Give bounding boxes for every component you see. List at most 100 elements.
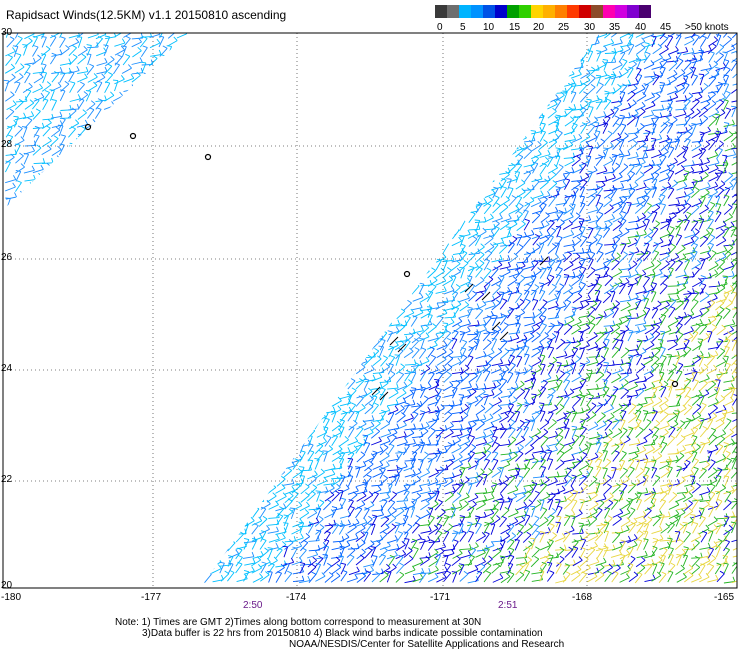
wind-barb bbox=[378, 33, 390, 39]
wind-barb bbox=[283, 206, 293, 215]
wind-barb bbox=[211, 107, 217, 118]
wind-barb-flag bbox=[573, 41, 576, 47]
wind-barb-flag bbox=[228, 48, 231, 54]
wind-barb bbox=[475, 36, 481, 47]
wind-barb-flag bbox=[231, 35, 237, 39]
wind-barb-flag bbox=[641, 84, 646, 89]
wind-barb-flag bbox=[456, 194, 462, 199]
wind-barb bbox=[275, 131, 287, 136]
wind-barb-flag bbox=[378, 173, 382, 179]
wind-barb-flag bbox=[274, 138, 280, 140]
wind-barb-flag bbox=[200, 194, 204, 198]
wind-barb bbox=[78, 144, 85, 155]
wind-barb-flag bbox=[445, 90, 451, 94]
wind-barb bbox=[260, 247, 271, 254]
wind-barb bbox=[411, 199, 422, 206]
wind-barb-flag bbox=[343, 250, 349, 255]
wind-barb-flag bbox=[710, 138, 716, 142]
wind-barb-flag bbox=[81, 53, 87, 58]
wind-barb-flag bbox=[654, 171, 660, 175]
wind-barb bbox=[95, 161, 107, 164]
wind-barb bbox=[300, 93, 308, 103]
wind-barb bbox=[212, 224, 223, 232]
wind-barb bbox=[659, 188, 668, 198]
wind-barb bbox=[268, 165, 280, 168]
wind-barb-flag bbox=[79, 152, 85, 156]
wind-barb bbox=[340, 266, 352, 271]
wind-barb-flag bbox=[562, 254, 567, 259]
wind-barb bbox=[340, 77, 349, 87]
wind-barb bbox=[299, 235, 306, 246]
wind-barb-flag bbox=[321, 219, 327, 224]
wind-barb bbox=[650, 138, 662, 142]
wind-barb-flag bbox=[268, 223, 272, 229]
wind-barb-flag bbox=[637, 159, 641, 165]
wind-barb bbox=[148, 147, 158, 156]
wind-barb-flag bbox=[218, 123, 223, 128]
wind-barb bbox=[186, 121, 188, 128]
wind-barb bbox=[14, 38, 23, 48]
wind-barb bbox=[299, 134, 308, 143]
wind-barb-flag bbox=[292, 26, 297, 27]
wind-barb-flag bbox=[621, 211, 627, 214]
wind-barb bbox=[378, 196, 385, 208]
wind-barb bbox=[476, 123, 488, 127]
wind-barb-flag bbox=[473, 84, 478, 89]
wind-barb-flag bbox=[562, 36, 566, 42]
wind-barb bbox=[522, 76, 530, 87]
wind-barb bbox=[372, 235, 384, 239]
wind-barb-flag bbox=[103, 202, 107, 208]
wind-barb-flag bbox=[321, 117, 326, 123]
wind-barb-flag bbox=[499, 213, 503, 219]
wind-barb-flag bbox=[333, 131, 339, 135]
wind-barb-flag bbox=[614, 115, 620, 119]
wind-barb-flag bbox=[350, 64, 353, 70]
wind-barb-flag bbox=[373, 184, 377, 190]
wind-barb bbox=[442, 92, 451, 102]
wind-barb bbox=[32, 181, 41, 191]
wind-barb bbox=[451, 222, 461, 231]
wind-barb-flag bbox=[485, 118, 489, 124]
wind-barb bbox=[140, 196, 152, 200]
wind-barb bbox=[555, 52, 567, 56]
wind-barb bbox=[676, 150, 686, 158]
wind-barb-flag bbox=[241, 243, 246, 248]
wind-barb bbox=[364, 188, 376, 191]
wind-barb-flag bbox=[236, 136, 239, 142]
wind-barb-flag bbox=[491, 189, 496, 194]
wind-barb bbox=[282, 274, 294, 280]
wind-barb bbox=[204, 208, 215, 214]
wind-barb-flag bbox=[282, 133, 287, 138]
wind-barb bbox=[204, 267, 210, 279]
wind-barb bbox=[150, 166, 161, 174]
wind-barb bbox=[476, 140, 485, 150]
wind-barb bbox=[668, 62, 678, 72]
wind-barb bbox=[610, 33, 621, 38]
wind-barb-flag bbox=[369, 245, 374, 250]
wind-barb-flag bbox=[289, 116, 294, 122]
wind-barb-flag bbox=[200, 170, 204, 174]
wind-barb-flag bbox=[495, 115, 501, 119]
wind-barb bbox=[307, 197, 315, 207]
wind-barb-flag bbox=[731, 105, 737, 108]
wind-barb-flag bbox=[429, 138, 435, 141]
wind-barb bbox=[724, 109, 732, 120]
wind-barb-flag bbox=[461, 51, 467, 55]
wind-barb-flag bbox=[512, 235, 518, 240]
wind-barb bbox=[267, 168, 278, 175]
wind-barb-flag bbox=[86, 44, 92, 46]
wind-barb bbox=[122, 173, 130, 184]
wind-barb-flag bbox=[121, 102, 125, 108]
wind-barb bbox=[228, 90, 240, 95]
wind-barb-flag bbox=[211, 175, 215, 181]
wind-barb bbox=[186, 56, 188, 66]
wind-barb-flag bbox=[371, 259, 377, 262]
wind-barb bbox=[276, 266, 288, 270]
wind-barb bbox=[555, 237, 563, 248]
wind-barb bbox=[314, 101, 322, 111]
wind-barb bbox=[658, 48, 669, 56]
wind-barb-flag bbox=[201, 36, 206, 41]
wind-barb bbox=[452, 197, 462, 206]
wind-barb-flag bbox=[640, 171, 645, 176]
wind-barb-flag bbox=[340, 115, 346, 119]
